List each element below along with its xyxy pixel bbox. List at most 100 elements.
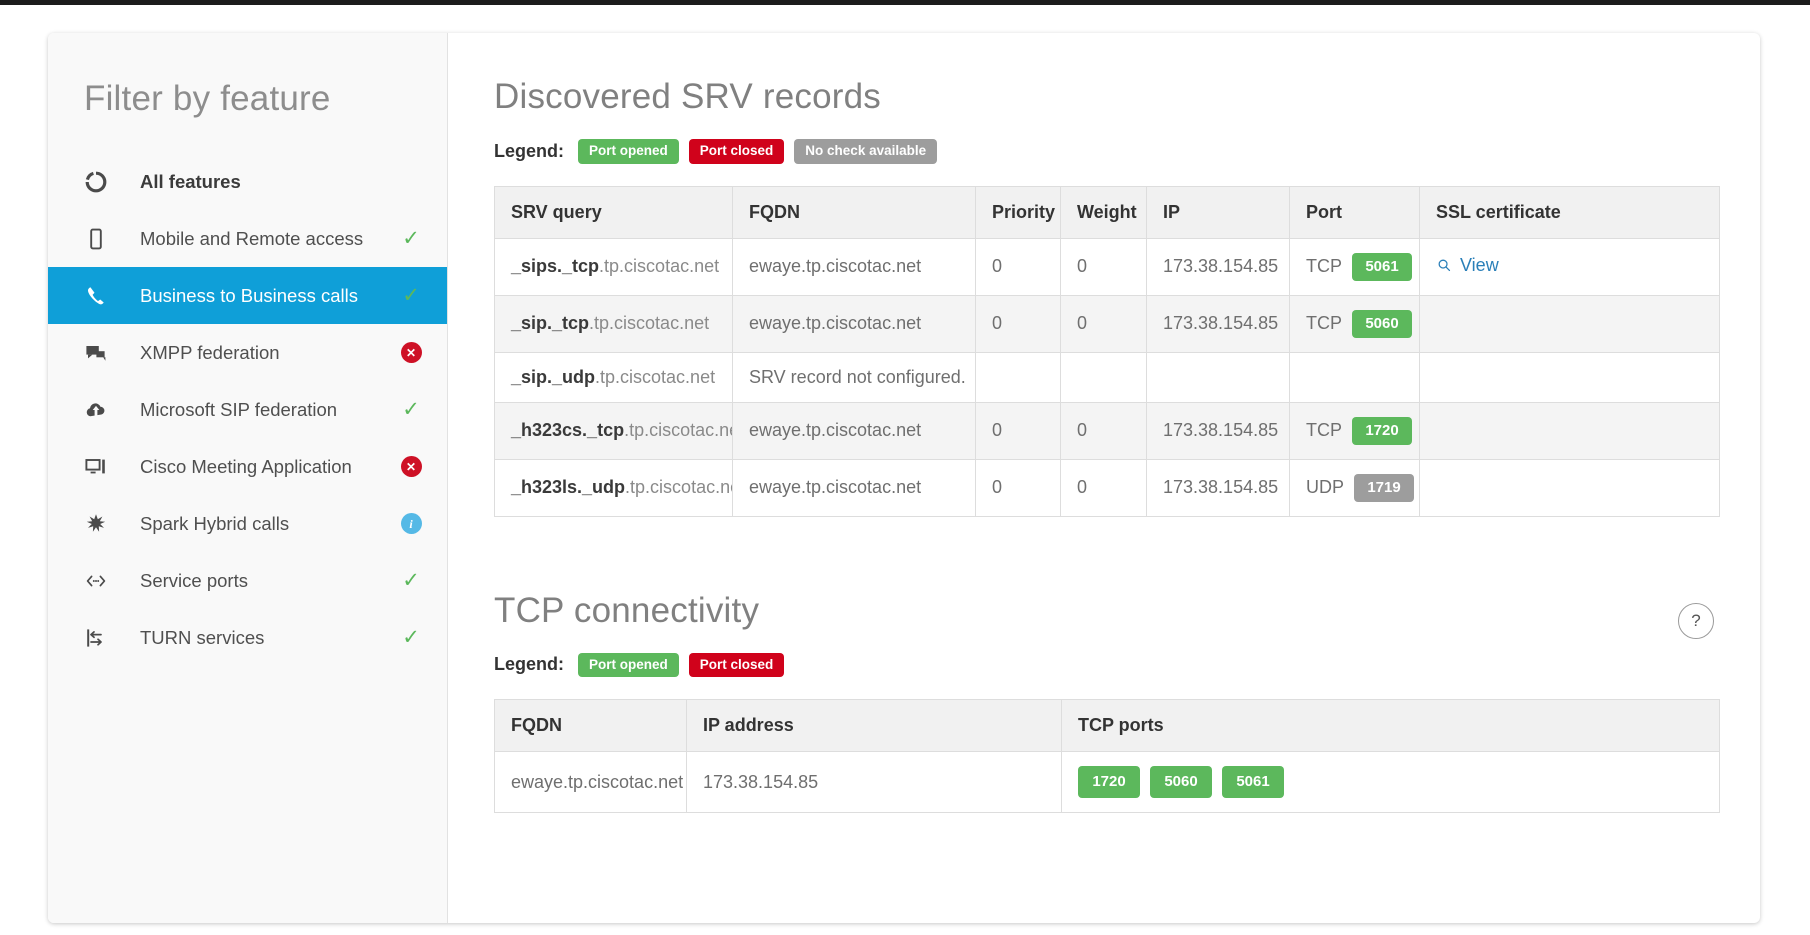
srv-records-table: SRV query FQDN Priority Weight IP Port SSL cer… bbox=[494, 185, 1720, 517]
fqdn-cell: ewaye.tp.ciscotac.net bbox=[494, 751, 687, 813]
priority-cell: 0 bbox=[975, 401, 1061, 460]
monitor-icon bbox=[84, 455, 118, 479]
port-cell: TCP 1720 bbox=[1289, 401, 1420, 460]
ssl-certificate-cell bbox=[1419, 458, 1720, 517]
srv-table-header-row: SRV query FQDN Priority Weight IP Port SSL cer… bbox=[494, 185, 1720, 239]
srv-query-prefix: _h323ls._udp bbox=[511, 477, 626, 497]
tcp-port-badge: 5060 bbox=[1150, 766, 1212, 798]
port-badge: 5060 bbox=[1352, 309, 1412, 338]
sidebar-item-service-ports[interactable]: Service ports ✓ bbox=[48, 552, 447, 609]
tcp-connectivity-section: ? TCP connectivity Legend: Port opened Po… bbox=[494, 591, 1720, 813]
weight-cell: 0 bbox=[1060, 458, 1147, 517]
fqdn-cell: ewaye.tp.ciscotac.net bbox=[732, 237, 976, 296]
table-row: ewaye.tp.ciscotac.net 173.38.154.85 1720 50… bbox=[494, 751, 1720, 813]
asterisk-icon bbox=[84, 512, 118, 536]
sidebar-item-label: XMPP federation bbox=[140, 341, 280, 363]
srv-column-header: Weight bbox=[1060, 185, 1147, 239]
port-cell: UDP 1719 bbox=[1289, 458, 1420, 517]
help-icon[interactable]: ? bbox=[1678, 602, 1714, 639]
view-certificate-link[interactable]: View bbox=[1436, 255, 1499, 276]
priority-cell: 0 bbox=[975, 294, 1061, 353]
fqdn-cell: ewaye.tp.ciscotac.net bbox=[732, 294, 976, 353]
srv-query-cell: _sip._tcp.tp.ciscotac.net bbox=[494, 294, 733, 353]
weight-cell: 0 bbox=[1060, 401, 1147, 460]
error-x-icon: ✕ bbox=[397, 342, 425, 363]
info-icon: i bbox=[397, 513, 425, 534]
protocol-label: TCP bbox=[1306, 420, 1342, 440]
magnifier-icon bbox=[1436, 257, 1453, 274]
srv-query-domain: .tp.ciscotac.net bbox=[625, 477, 731, 497]
tcp-column-header: IP address bbox=[686, 699, 1062, 752]
sidebar-item-label: Microsoft SIP federation bbox=[140, 398, 338, 420]
srv-legend: Legend: Port opened Port closed No check a… bbox=[494, 139, 1720, 164]
chat-bubbles-icon bbox=[84, 341, 118, 365]
srv-query-prefix: _sip._tcp bbox=[511, 313, 590, 333]
weight-cell bbox=[1060, 351, 1147, 403]
table-row: _sip._udp.tp.ciscotac.net SRV record not … bbox=[494, 351, 1720, 403]
sidebar: Filter by feature All features Mobile and… bbox=[48, 33, 448, 923]
sidebar-item-spark-hybrid-calls[interactable]: Spark Hybrid calls i bbox=[48, 495, 447, 552]
sidebar-item-label: Spark Hybrid calls bbox=[140, 512, 290, 534]
main-content: Discovered SRV records Legend: Port open… bbox=[448, 33, 1760, 923]
ip-address-cell: 173.38.154.85 bbox=[686, 751, 1062, 813]
tcp-legend-badge: Port closed bbox=[688, 652, 785, 677]
table-row: _sips._tcp.tp.ciscotac.net ewaye.tp.cisco… bbox=[494, 237, 1720, 296]
check-icon: ✓ bbox=[402, 284, 420, 307]
check-icon: ✓ bbox=[402, 626, 420, 649]
protocol-label: TCP bbox=[1306, 313, 1342, 333]
code-brackets-icon bbox=[84, 569, 118, 593]
error-x-icon: ✕ bbox=[397, 456, 425, 477]
sidebar-item-business-to-business-calls[interactable]: Business to Business calls ✓ bbox=[48, 267, 447, 324]
ssl-certificate-cell bbox=[1419, 351, 1720, 403]
srv-query-cell: _sip._udp.tp.ciscotac.net bbox=[494, 351, 733, 403]
srv-query-cell: _h323cs._tcp.tp.ciscotac.net bbox=[494, 401, 733, 460]
port-cell: TCP 5060 bbox=[1289, 294, 1420, 353]
mobile-phone-icon bbox=[84, 227, 118, 251]
loading-ring-icon bbox=[84, 170, 118, 194]
phone-handset-icon bbox=[84, 284, 118, 308]
port-badge: 1719 bbox=[1354, 473, 1415, 502]
fqdn-cell: ewaye.tp.ciscotac.net bbox=[732, 401, 976, 460]
sidebar-item-cisco-meeting-application[interactable]: Cisco Meeting Application ✕ bbox=[48, 438, 447, 495]
tcp-legend-badge: Port opened bbox=[578, 652, 679, 677]
srv-query-domain: .tp.ciscotac.net bbox=[589, 313, 710, 333]
srv-column-header: Port bbox=[1289, 185, 1420, 239]
sidebar-item-label: TURN services bbox=[140, 626, 265, 648]
arrows-relay-icon bbox=[84, 626, 118, 650]
sidebar-item-xmpp-federation[interactable]: XMPP federation ✕ bbox=[48, 324, 447, 381]
discovered-srv-records-section: Discovered SRV records Legend: Port open… bbox=[494, 77, 1720, 517]
srv-query-domain: .tp.ciscotac.net bbox=[624, 420, 733, 440]
page-root: Filter by feature All features Mobile and… bbox=[0, 5, 1810, 935]
srv-legend-label: Legend: bbox=[494, 140, 564, 161]
tcp-column-header: FQDN bbox=[494, 699, 687, 752]
srv-section-title: Discovered SRV records bbox=[494, 77, 881, 116]
sidebar-item-turn-services[interactable]: TURN services ✓ bbox=[48, 609, 447, 666]
tcp-port-badge: 5061 bbox=[1222, 766, 1284, 798]
tcp-ports-cell: 1720 5060 5061 bbox=[1061, 751, 1720, 813]
table-row: _sip._tcp.tp.ciscotac.net ewaye.tp.ciscot… bbox=[494, 294, 1720, 353]
view-link-label: View bbox=[1460, 254, 1499, 275]
cloud-upload-icon bbox=[84, 398, 118, 422]
ip-cell: 173.38.154.85 bbox=[1146, 237, 1290, 296]
sidebar-item-label: All features bbox=[140, 170, 241, 192]
srv-column-header: SRV query bbox=[494, 185, 733, 239]
srv-query-prefix: _sips._tcp bbox=[511, 256, 600, 276]
sidebar-item-mobile-and-remote-access[interactable]: Mobile and Remote access ✓ bbox=[48, 210, 447, 267]
srv-column-header: IP bbox=[1146, 185, 1290, 239]
protocol-label: TCP bbox=[1306, 256, 1342, 276]
tcp-legend-label: Legend: bbox=[494, 654, 564, 675]
tcp-table-header-row: FQDN IP address TCP ports bbox=[494, 699, 1720, 752]
srv-query-domain: .tp.ciscotac.net bbox=[595, 366, 716, 387]
check-icon: ✓ bbox=[402, 569, 420, 592]
sidebar-item-all-features[interactable]: All features bbox=[48, 153, 447, 210]
table-row: _h323ls._udp.tp.ciscotac.netewaye.tp.cis… bbox=[494, 458, 1720, 517]
sidebar-item-microsoft-sip-federation[interactable]: Microsoft SIP federation ✓ bbox=[48, 381, 447, 438]
ssl-certificate-cell: View bbox=[1419, 237, 1720, 296]
check-icon: ✓ bbox=[402, 227, 420, 250]
srv-query-cell: _sips._tcp.tp.ciscotac.net bbox=[494, 237, 733, 296]
priority-cell: 0 bbox=[975, 237, 1061, 296]
tcp-column-header: TCP ports bbox=[1061, 699, 1720, 752]
ip-cell: 173.38.154.85 bbox=[1146, 458, 1290, 517]
sidebar-item-label: Business to Business calls bbox=[140, 284, 358, 306]
srv-column-header: Priority bbox=[975, 185, 1061, 239]
